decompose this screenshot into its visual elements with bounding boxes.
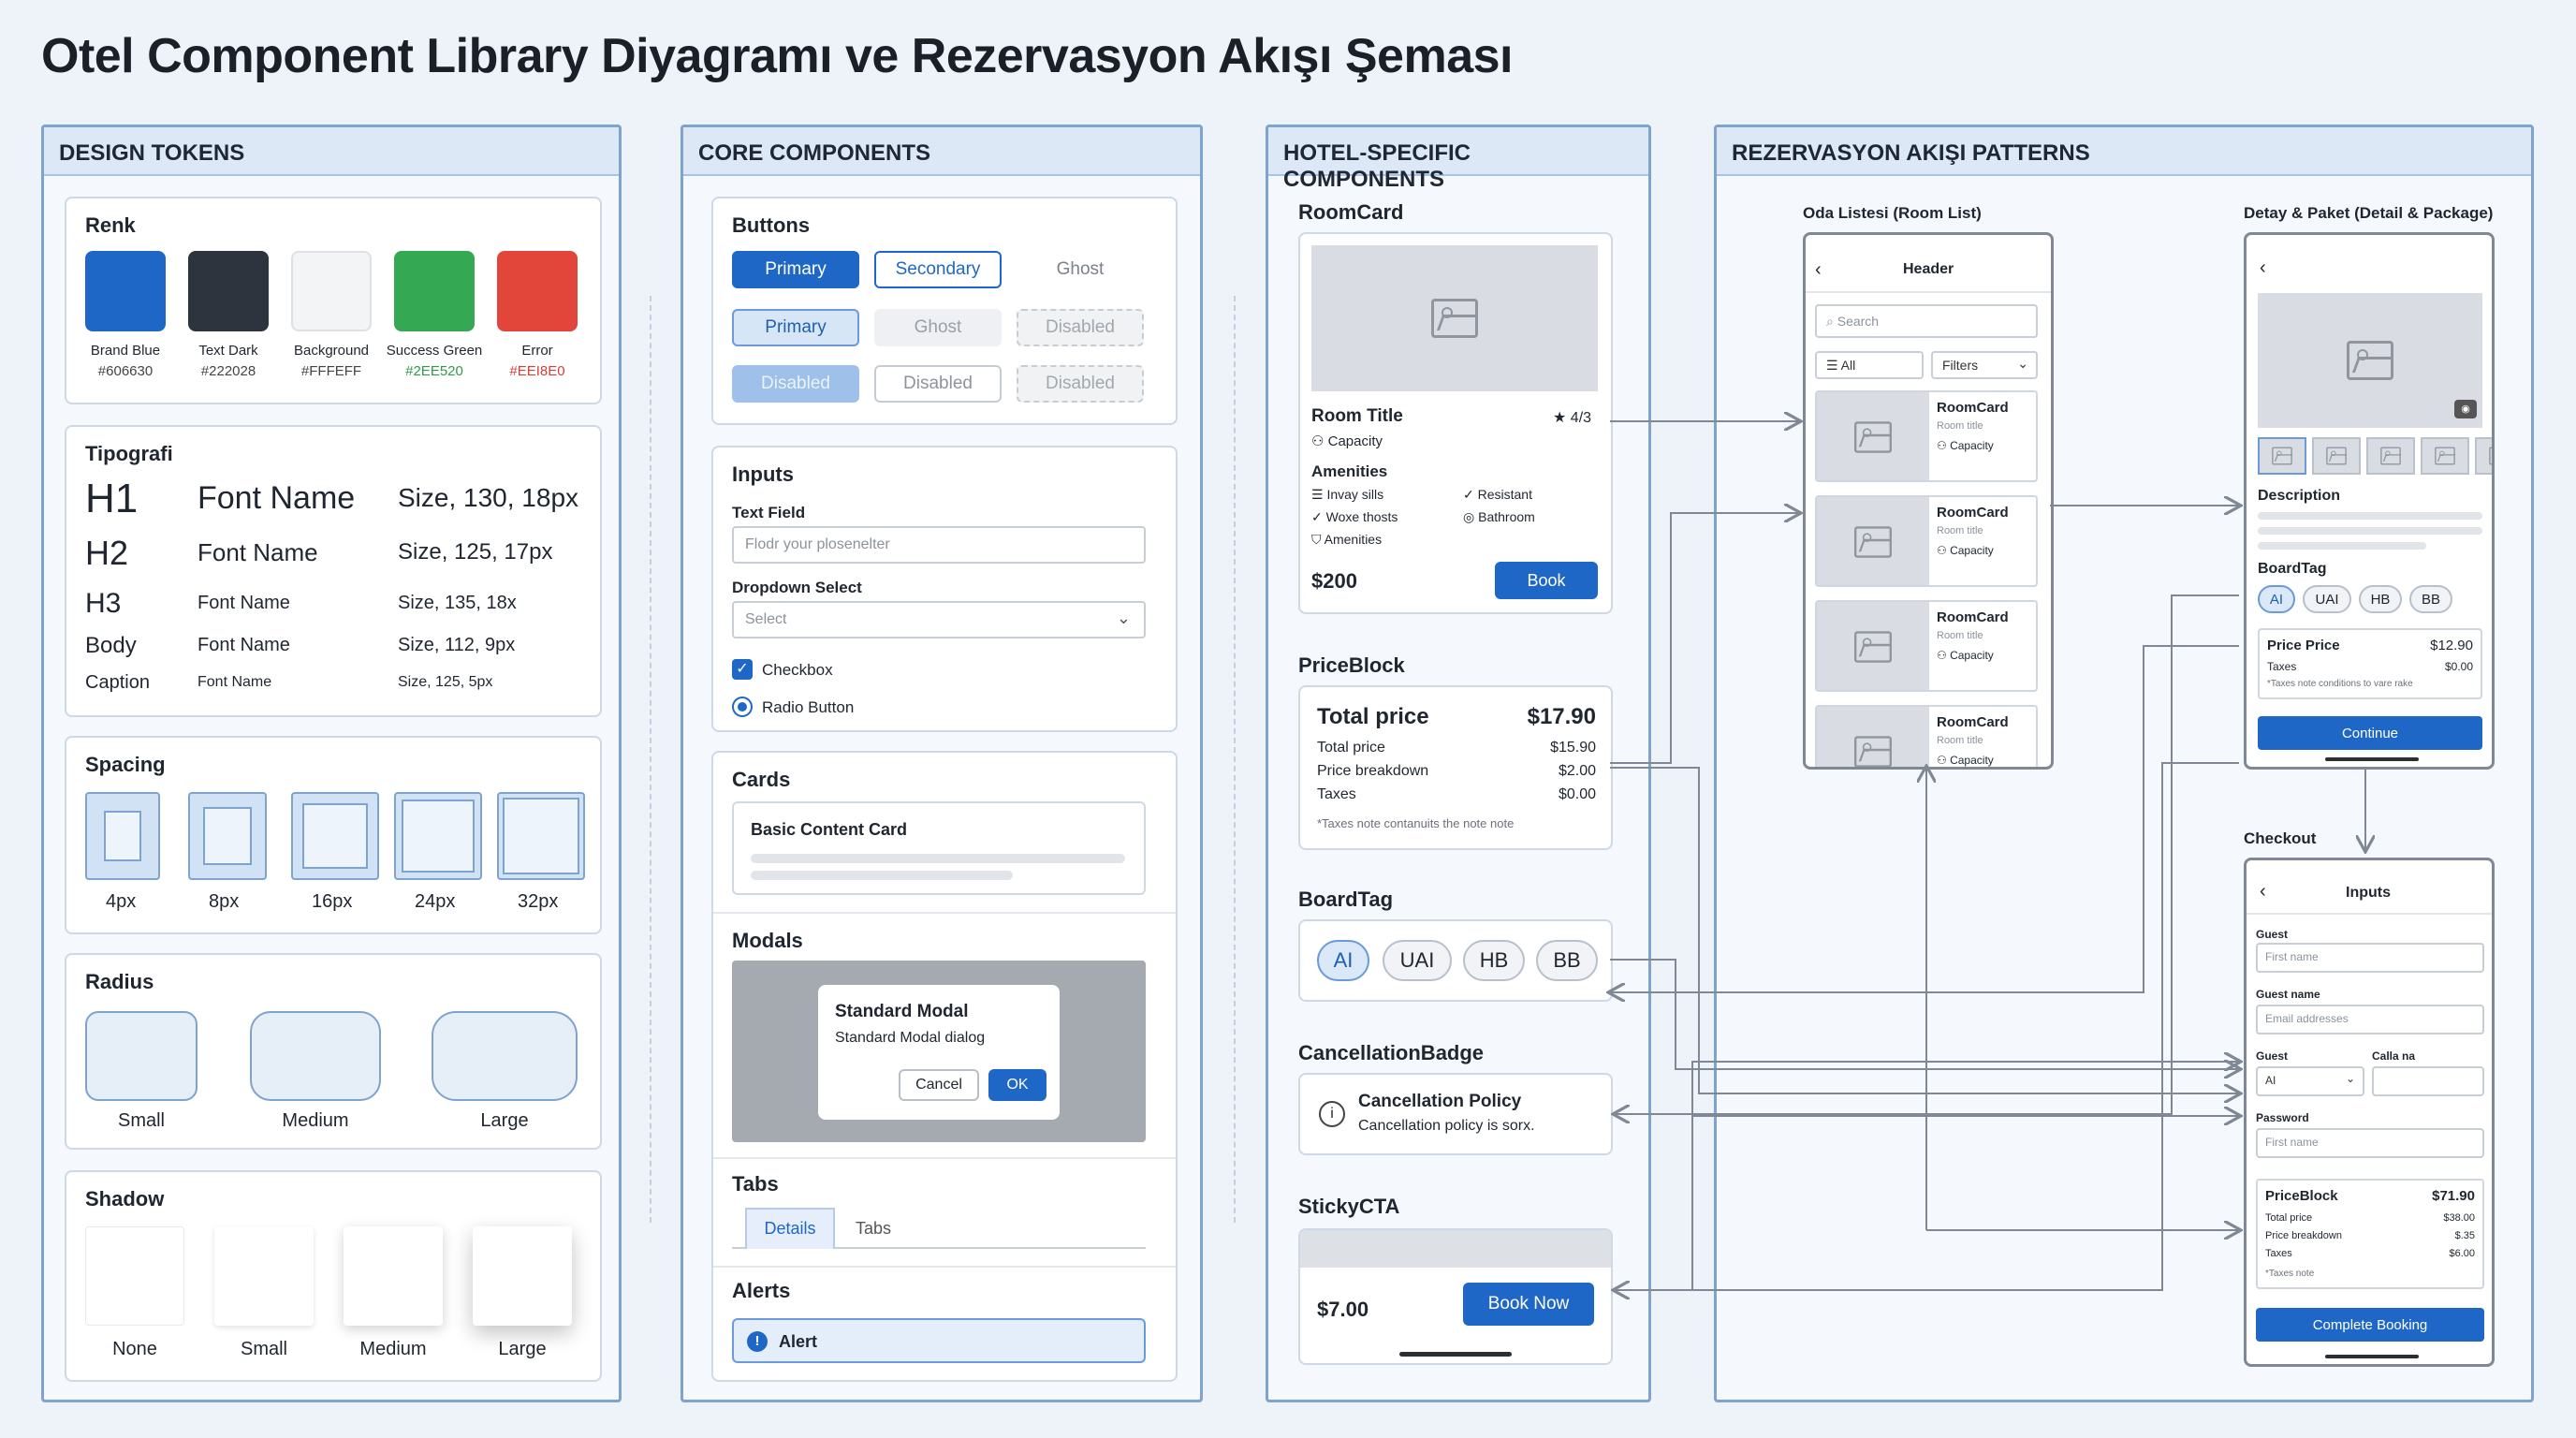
connector-priceblock-list <box>1610 513 1799 764</box>
connector-priceblock-checkout <box>1610 767 2239 1093</box>
flow-connectors <box>0 0 2576 1438</box>
connector-boardtag-checkout <box>1610 959 2239 1069</box>
connector-detail-boardtag <box>1610 645 2239 992</box>
